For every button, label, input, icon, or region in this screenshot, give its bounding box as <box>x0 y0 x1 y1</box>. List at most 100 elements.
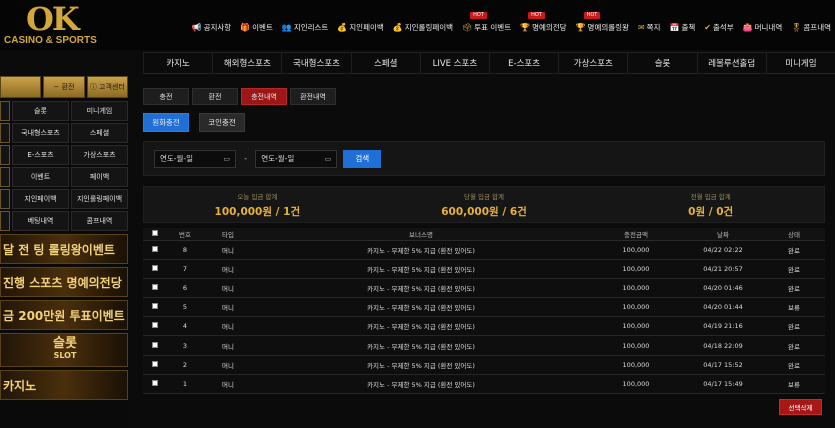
table-row[interactable]: 7 머니 카지노 - 무제한 5% 지급 (환전 있어도) 100,000 04/21 … <box>143 259 825 279</box>
main-nav-item[interactable]: 해외형스포츠 <box>212 53 281 73</box>
sidebar-grid-item[interactable]: 국내형스포츠 <box>12 123 69 143</box>
top-nav-item[interactable]: 🎁 이벤트 <box>240 22 273 33</box>
subtab-0[interactable]: 원화충전 <box>143 113 189 132</box>
users-icon: 👥 <box>281 23 292 32</box>
row-checkbox[interactable] <box>152 360 158 367</box>
subtab-1[interactable]: 코인충전 <box>199 113 245 132</box>
trophy-icon: 🏆 <box>520 23 531 32</box>
casino-banner[interactable]: 카지노 <box>0 370 128 400</box>
sidebar-grid-item[interactable]: 슬롯 <box>12 101 69 121</box>
row-select-cell[interactable] <box>143 240 167 260</box>
row-select-cell[interactable] <box>143 374 167 395</box>
row-checkbox[interactable] <box>152 379 158 386</box>
sidebar-withdraw-button[interactable]: − 환전 <box>43 76 85 98</box>
search-button[interactable]: 검색 <box>343 149 382 168</box>
select-all-cell[interactable] <box>143 228 167 241</box>
row-select-cell[interactable] <box>143 297 167 318</box>
sidebar-grid-item[interactable]: 지인페이백 <box>12 189 69 209</box>
row-checkbox[interactable] <box>152 341 158 348</box>
main-nav-item[interactable]: 레볼루션홀덤 <box>696 53 766 73</box>
table-row[interactable]: 6 머니 카지노 - 무제한 5% 지급 (환전 있어도) 100,000 04/20 … <box>143 278 825 299</box>
row-select-cell[interactable] <box>143 278 167 299</box>
table-row[interactable]: 5 머니 카지노 - 무제한 5% 지급 (환전 있어도) 100,000 04/20 … <box>143 297 825 318</box>
date-from-input[interactable]: 연도-월-일 ▭ <box>154 149 236 168</box>
main-nav-item[interactable]: LIVE 스포츠 <box>419 53 489 73</box>
top-nav-item[interactable]: ✉ 쪽지 <box>638 22 661 33</box>
sidebar-grid-item[interactable]: 지인롤링페이백 <box>71 189 128 209</box>
sidebar-grid-item[interactable] <box>0 145 10 165</box>
sidebar-support-button[interactable]: ⓘ 고객센터 <box>86 76 128 98</box>
table-row[interactable]: 4 머니 카지노 - 무제한 5% 지급 (환전 있어도) 100,000 04/19 … <box>143 316 825 337</box>
row-checkbox[interactable] <box>152 283 158 290</box>
sidebar-grid-item[interactable]: 콤프내역 <box>71 211 128 231</box>
row-number: 1 <box>167 374 203 395</box>
row-select-cell[interactable] <box>143 316 167 337</box>
row-bonus: 카지노 - 무제한 5% 지급 (환전 있어도) <box>253 240 589 260</box>
event-banner-vote[interactable]: 금 200만원 투표이벤트 <box>0 300 128 330</box>
tab-0[interactable]: 충전 <box>143 88 189 105</box>
sidebar-grid-item[interactable]: 가상스포츠 <box>71 145 128 165</box>
sidebar-grid-item[interactable]: 페이백 <box>71 167 128 187</box>
event-banner-hall-of-fame[interactable]: 진행 스포츠 명예의전당 <box>0 267 128 297</box>
table-row[interactable]: 2 머니 카지노 - 무제한 5% 지급 (환전 있어도) 100,000 04/17 … <box>143 355 825 375</box>
sidebar-grid: 슬롯 미니게임 국내형스포츠 스페셜 E-스포츠 가상스포츠 이벤트 페이백 지인페이백 지인롤링… <box>0 101 128 231</box>
sidebar-grid-item[interactable] <box>0 211 10 231</box>
calendar-icon[interactable]: ▭ <box>223 155 230 163</box>
event-banner-rolling[interactable]: 달 전 팅 롤링왕이벤트 <box>0 234 128 264</box>
sidebar-grid-item[interactable] <box>0 167 10 187</box>
row-select-cell[interactable] <box>143 355 167 375</box>
select-all-checkbox[interactable] <box>152 229 158 236</box>
sidebar-grid-item[interactable]: E-스포츠 <box>12 145 69 165</box>
top-nav-item[interactable]: ✔ 출석부 <box>704 22 733 33</box>
row-checkbox[interactable] <box>152 264 158 271</box>
sidebar-withdraw-label: 환전 <box>61 83 75 91</box>
sidebar-grid-item[interactable]: 베팅내역 <box>12 211 69 231</box>
top-nav-item[interactable]: 📅 출첵 <box>669 22 695 33</box>
top-nav-label: 지인리스트 <box>293 23 329 32</box>
main-nav-item[interactable]: 가상스포츠 <box>558 53 627 73</box>
row-select-cell[interactable] <box>143 335 167 356</box>
top-nav-item[interactable]: 🗳 투표 이벤트 HOT <box>462 12 511 33</box>
row-select-cell[interactable] <box>143 259 167 279</box>
sidebar-grid-item[interactable] <box>0 101 10 121</box>
table-row[interactable]: 8 머니 카지노 - 무제한 5% 지급 (환전 있어도) 100,000 04/22 … <box>143 240 825 260</box>
summary-value: 600,000원 / 6건 <box>441 205 527 218</box>
calendar-icon[interactable]: ▭ <box>325 155 332 163</box>
row-date: 04/17 15:52 <box>683 355 763 375</box>
tab-2[interactable]: 충전내역 <box>241 88 287 105</box>
sidebar-head-button[interactable] <box>0 76 42 98</box>
main-nav-item[interactable]: 슬롯 <box>627 53 696 73</box>
slot-banner[interactable]: 슬롯 SLOT <box>0 333 128 367</box>
sidebar-grid-item[interactable]: 스페셜 <box>71 123 128 143</box>
top-nav-item[interactable]: 👛 머니내역 <box>743 22 783 33</box>
site-logo[interactable]: OK CASINO & SPORTS <box>4 2 100 48</box>
main-nav-item[interactable]: 스페셜 <box>350 53 420 73</box>
top-nav-item[interactable]: 🎖 콤프내역 <box>791 22 831 33</box>
sidebar-grid-item[interactable]: 미니게임 <box>71 101 128 121</box>
top-nav-item[interactable]: 👥 지인리스트 <box>282 22 328 33</box>
top-nav-item[interactable]: 💰 지인롤링페이백 <box>393 22 453 33</box>
table-row[interactable]: 3 머니 카지노 - 무제한 5% 지급 (환전 있어도) 100,000 04/18 … <box>143 335 825 356</box>
top-nav-item[interactable]: 💰 지인페이백 <box>337 22 383 33</box>
row-checkbox[interactable] <box>152 303 158 310</box>
sidebar-grid-item[interactable]: 이벤트 <box>12 167 69 187</box>
row-bonus: 카지노 - 무제한 5% 지급 (환전 있어도) <box>253 374 589 395</box>
date-to-input[interactable]: 연도-월-일 ▭ <box>255 149 338 168</box>
top-nav-item[interactable]: 📢 공지사항 <box>192 22 232 33</box>
top-nav-item[interactable]: 🏆 명예의전당 HOT <box>520 12 567 33</box>
top-nav-item[interactable]: 🏆 명예의롤링왕 HOT <box>576 12 629 33</box>
main-nav-item[interactable]: 카지노 <box>143 53 212 73</box>
tab-1[interactable]: 환전 <box>192 88 238 105</box>
row-checkbox[interactable] <box>152 322 158 329</box>
tab-3[interactable]: 환전내역 <box>290 88 336 105</box>
row-number: 5 <box>167 297 203 318</box>
sidebar-head: − 환전 ⓘ 고객센터 <box>0 76 128 98</box>
table-row[interactable]: 1 머니 카지노 - 무제한 5% 지급 (환전 있어도) 100,000 04/17 … <box>143 374 825 395</box>
delete-selected-button[interactable]: 선택삭제 <box>779 399 822 415</box>
sidebar-grid-item[interactable] <box>0 189 10 209</box>
row-checkbox[interactable] <box>152 245 158 252</box>
sidebar-grid-item[interactable] <box>0 123 10 143</box>
main-nav-item[interactable]: E-스포츠 <box>489 53 558 73</box>
main-nav-item[interactable]: 국내형스포츠 <box>281 53 350 73</box>
main-nav-item[interactable]: 미니게임 <box>765 53 835 73</box>
